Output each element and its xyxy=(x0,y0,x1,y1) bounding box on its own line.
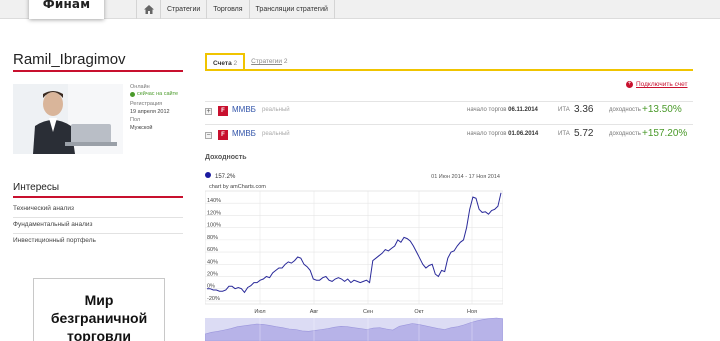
yield-label: доходность xyxy=(609,131,641,137)
online-status: сейчас на сайте xyxy=(130,91,178,97)
plus-circle-icon: + xyxy=(626,81,633,88)
yield-chart[interactable]: 157.2% 01 Июн 2014 - 17 Ноя 2014 chart b… xyxy=(205,170,503,341)
trading-start-date: 06.11.2014 xyxy=(508,107,538,113)
interest-investment-portfolio[interactable]: Инвестиционный портфель xyxy=(13,237,183,249)
x-tick-label: Окт xyxy=(414,309,424,315)
legend-marker-icon xyxy=(205,172,211,178)
profile-divider xyxy=(13,70,183,72)
account-type: реальный xyxy=(262,107,290,113)
banner-line-2: безграничной xyxy=(50,310,148,326)
tab-strategies-count: 2 xyxy=(283,58,288,65)
tab-accounts-count: 2 xyxy=(233,60,238,67)
ita-label: ИТА xyxy=(558,131,570,137)
y-tick-label: 100% xyxy=(207,223,221,229)
y-tick-label: 60% xyxy=(207,247,218,253)
x-tick-label: Сен xyxy=(363,309,373,315)
yield-value: +13.50% xyxy=(642,104,682,115)
gender-value: Мужской xyxy=(130,125,153,131)
account-row-2[interactable]: − F ММВБ реальный начало торгов 01.06.20… xyxy=(205,128,693,144)
x-tick-label: Авг xyxy=(310,309,319,315)
trading-start: начало торгов 06.11.2014 xyxy=(467,107,538,113)
row-divider xyxy=(205,101,693,102)
row-divider xyxy=(205,124,693,125)
status-label: Онлайн xyxy=(130,84,150,90)
y-tick-label: 40% xyxy=(207,259,218,265)
ita-label: ИТА xyxy=(558,107,570,113)
trading-start-label: начало торгов xyxy=(467,107,507,113)
nav-trading[interactable]: Торговля xyxy=(206,0,248,19)
banner-line-3: торговли xyxy=(67,328,131,341)
finam-logo[interactable]: Финам xyxy=(29,0,104,19)
trading-start-date: 01.06.2014 xyxy=(508,131,539,137)
account-tabs: Счета 2 Стратегии 2 xyxy=(205,53,294,70)
account-ticker[interactable]: ММВБ xyxy=(232,129,256,138)
ita-value: 5.72 xyxy=(574,128,594,139)
registration-date: 19 апреля 2012 xyxy=(130,109,170,115)
legend-value: 157.2% xyxy=(215,174,236,180)
connect-account-label: Подключить счет xyxy=(636,81,688,88)
yield-section-title: Доходность xyxy=(205,154,247,161)
nav-strategies[interactable]: Стратегии xyxy=(160,0,206,19)
tab-strategies-label: Стратегии xyxy=(251,58,283,65)
avatar xyxy=(13,84,123,154)
tab-strategies[interactable]: Стратегии 2 xyxy=(245,53,293,70)
promo-banner[interactable]: Мир безграничной торговли xyxy=(33,278,165,341)
top-bar: Финам Стратегии Торговля Трансляции стра… xyxy=(0,0,720,19)
ita-value: 3.36 xyxy=(574,104,594,115)
gender-label: Пол xyxy=(130,117,141,123)
trading-start-label: начало торгов xyxy=(467,131,507,137)
yield-label: доходность xyxy=(609,107,641,113)
interests-title: Интересы xyxy=(13,182,60,193)
x-tick-label: Июл xyxy=(254,309,265,315)
online-icon xyxy=(130,91,135,97)
main-nav: Стратегии Торговля Трансляции стратегий xyxy=(136,0,335,19)
home-icon xyxy=(143,5,154,14)
chart-credit: chart by amCharts.com xyxy=(209,184,266,190)
interests-divider xyxy=(13,196,183,198)
expand-toggle[interactable]: + xyxy=(205,108,212,115)
registration-label: Регистрация xyxy=(130,101,163,107)
profile-username: Ramil_Ibragimov xyxy=(13,51,126,68)
account-type: реальный xyxy=(262,131,290,137)
account-ticker[interactable]: ММВБ xyxy=(232,105,256,114)
trading-start: начало торгов 01.06.2014 xyxy=(467,131,538,137)
chart-date-range: 01 Июн 2014 - 17 Ноя 2014 xyxy=(431,174,500,180)
tab-accounts[interactable]: Счета 2 xyxy=(205,53,246,70)
nav-strategy-broadcasts[interactable]: Трансляции стратегий xyxy=(248,0,335,19)
broker-icon: F xyxy=(218,130,228,140)
yield-value: +157.20% xyxy=(642,128,688,139)
interest-technical-analysis[interactable]: Технический анализ xyxy=(13,205,183,218)
home-button[interactable] xyxy=(136,0,160,19)
account-row-1[interactable]: + F ММВБ реальный начало торгов 06.11.20… xyxy=(205,104,693,120)
interest-fundamental-analysis[interactable]: Фундаментальный анализ xyxy=(13,221,183,234)
y-tick-label: 140% xyxy=(207,198,221,204)
connect-account-link[interactable]: + Подключить счет xyxy=(626,81,688,88)
tab-accounts-label: Счета xyxy=(213,60,232,67)
y-tick-label: -20% xyxy=(207,296,220,302)
broker-icon: F xyxy=(218,106,228,116)
y-tick-label: 20% xyxy=(207,272,218,278)
x-tick-label: Ноя xyxy=(467,309,477,315)
y-tick-label: 80% xyxy=(207,235,218,241)
collapse-toggle[interactable]: − xyxy=(205,132,212,139)
y-tick-label: 120% xyxy=(207,210,221,216)
online-status-text: сейчас на сайте xyxy=(137,91,179,97)
tabs-underline xyxy=(205,69,693,71)
banner-line-1: Мир xyxy=(84,292,114,308)
